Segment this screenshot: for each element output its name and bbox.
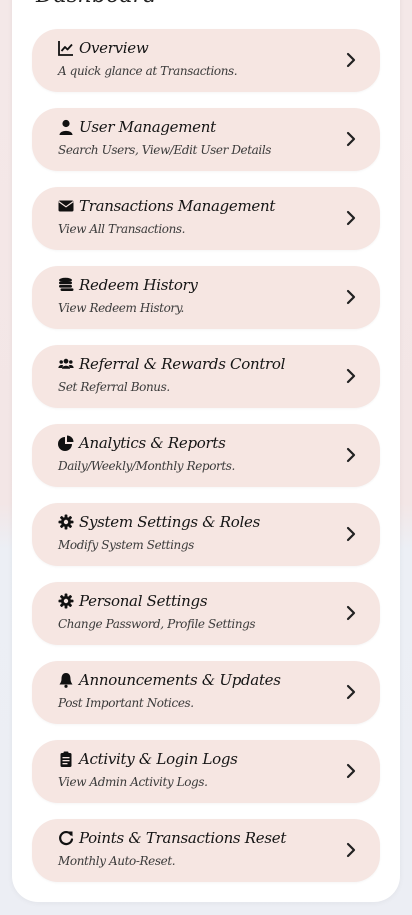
menu-card-description: View Admin Activity Logs.: [58, 775, 208, 789]
menu-card-description: View All Transactions.: [58, 222, 186, 236]
menu-list: Overview A quick glance at Transactions. U…: [32, 29, 380, 898]
menu-card-title-row: Activity & Login Logs: [57, 750, 238, 768]
menu-card-title: Transactions Management: [79, 197, 276, 215]
user-icon: [57, 119, 74, 136]
chart-line-icon: [57, 40, 74, 57]
chevron-right-icon: [344, 684, 358, 700]
chevron-right-icon: [344, 605, 358, 621]
menu-card-transactions-management[interactable]: Transactions Management View All Transact…: [32, 187, 380, 250]
chevron-right-icon: [344, 131, 358, 147]
menu-card-title: Redeem History: [79, 276, 198, 294]
menu-card-title: Activity & Login Logs: [79, 750, 238, 768]
bell-icon: [57, 672, 74, 689]
menu-card-personal-settings[interactable]: Personal Settings Change Password, Profil…: [32, 582, 380, 645]
menu-card-title-row: Overview: [57, 39, 149, 57]
menu-card-description: View Redeem History.: [58, 301, 184, 315]
menu-card-title: System Settings & Roles: [79, 513, 260, 531]
menu-card-system-settings[interactable]: System Settings & Roles Modify System Set…: [32, 503, 380, 566]
menu-card-redeem-history[interactable]: Redeem History View Redeem History.: [32, 266, 380, 329]
chevron-right-icon: [344, 526, 358, 542]
menu-card-user-management[interactable]: User Management Search Users, View/Edit U…: [32, 108, 380, 171]
redo-icon: [57, 830, 74, 847]
menu-card-description: Modify System Settings: [58, 538, 194, 552]
pie-chart-icon: [57, 435, 74, 452]
menu-card-title: Points & Transactions Reset: [79, 829, 287, 847]
menu-card-analytics-reports[interactable]: Analytics & Reports Daily/Weekly/Monthly …: [32, 424, 380, 487]
menu-card-title: Announcements & Updates: [79, 671, 281, 689]
coins-icon: [57, 277, 74, 294]
chevron-right-icon: [344, 289, 358, 305]
menu-card-description: Daily/Weekly/Monthly Reports.: [58, 459, 235, 473]
chevron-right-icon: [344, 368, 358, 384]
envelope-icon: [57, 198, 74, 215]
menu-card-title: Personal Settings: [79, 592, 208, 610]
menu-card-description: A quick glance at Transactions.: [58, 64, 238, 78]
chevron-right-icon: [344, 763, 358, 779]
menu-card-description: Search Users, View/Edit User Details: [58, 143, 272, 157]
menu-card-description: Monthly Auto-Reset.: [58, 854, 176, 868]
menu-card-title: User Management: [79, 118, 216, 136]
menu-card-description: Set Referral Bonus.: [58, 380, 170, 394]
menu-card-title-row: User Management: [57, 118, 216, 136]
menu-card-title-row: Personal Settings: [57, 592, 208, 610]
menu-card-title: Analytics & Reports: [79, 434, 226, 452]
gear-icon: [57, 593, 74, 610]
menu-card-title: Overview: [79, 39, 149, 57]
menu-card-description: Post Important Notices.: [58, 696, 194, 710]
chevron-right-icon: [344, 52, 358, 68]
menu-card-title-row: Redeem History: [57, 276, 198, 294]
menu-card-referral-rewards[interactable]: Referral & Rewards Control Set Referral B…: [32, 345, 380, 408]
menu-card-title-row: Points & Transactions Reset: [57, 829, 286, 847]
menu-card-points-reset[interactable]: Points & Transactions Reset Monthly Auto-…: [32, 819, 380, 882]
menu-card-title-row: Announcements & Updates: [57, 671, 281, 689]
gear-icon: [57, 514, 74, 531]
chevron-right-icon: [344, 210, 358, 226]
menu-card-title-row: System Settings & Roles: [57, 513, 260, 531]
menu-card-title-row: Transactions Management: [57, 197, 275, 215]
users-icon: [57, 356, 74, 373]
menu-card-announcements[interactable]: Announcements & Updates Post Important No…: [32, 661, 380, 724]
chevron-right-icon: [344, 842, 358, 858]
clipboard-icon: [57, 751, 74, 768]
menu-card-title-row: Analytics & Reports: [57, 434, 226, 452]
menu-card-activity-logs[interactable]: Activity & Login Logs View Admin Activity…: [32, 740, 380, 803]
menu-card-overview[interactable]: Overview A quick glance at Transactions.: [32, 29, 380, 92]
menu-card-title: Referral & Rewards Control: [79, 355, 286, 373]
menu-card-description: Change Password, Profile Settings: [58, 617, 256, 631]
menu-card-title-row: Referral & Rewards Control: [57, 355, 285, 373]
page-title: Dashboard: [36, 0, 157, 8]
chevron-right-icon: [344, 447, 358, 463]
